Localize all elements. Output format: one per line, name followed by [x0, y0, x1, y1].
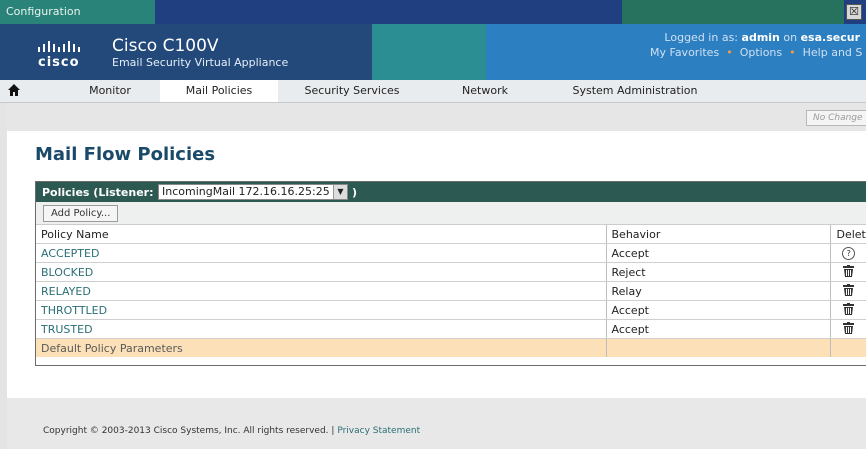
login-info: Logged in as: admin on esa.secur: [664, 31, 860, 44]
listener-select[interactable]: IncomingMail 172.16.16.25:25 ▼: [158, 184, 348, 200]
cisco-logo-bars-icon: [38, 41, 80, 52]
chevron-down-icon[interactable]: ▼: [333, 185, 347, 199]
copyright: Copyright © 2003-2013 Cisco Systems, Inc…: [43, 426, 420, 436]
table-row: ACCEPTED Accept ?: [36, 243, 866, 263]
login-host: esa.secur: [800, 31, 860, 44]
table-row: RELAYED Relay: [36, 281, 866, 301]
product-subtitle: Email Security Virtual Appliance: [112, 56, 289, 69]
app-banner: cisco Cisco C100V Email Security Virtual…: [0, 24, 866, 80]
login-user: admin: [741, 31, 780, 44]
footer-separator: |: [331, 426, 335, 436]
commit-changes-button[interactable]: No Change: [806, 110, 866, 126]
policy-link-relayed[interactable]: RELAYED: [41, 285, 91, 298]
policy-behavior: Relay: [605, 281, 830, 301]
policy-behavior: Reject: [605, 262, 830, 282]
table-row: BLOCKED Reject: [36, 262, 866, 282]
tab-security-services[interactable]: Security Services: [282, 80, 422, 102]
add-policy-button[interactable]: Add Policy...: [43, 205, 119, 222]
main-content: Mail Flow Policies Policies (Listener: I…: [7, 131, 866, 398]
policies-table: Policy Name Behavior Delete ACCEPTED Acc…: [36, 225, 866, 357]
policies-header-label: Policies (Listener:: [42, 186, 154, 199]
main-nav: Monitor Mail Policies Security Services …: [0, 80, 866, 103]
link-separator: •: [789, 46, 796, 59]
add-policy-bar: Add Policy...: [36, 202, 866, 225]
link-separator: •: [726, 46, 733, 59]
policy-link-throttled[interactable]: THROTTLED: [41, 304, 107, 317]
home-icon[interactable]: [8, 84, 20, 96]
copyright-text: Copyright © 2003-2013 Cisco Systems, Inc…: [43, 426, 329, 436]
tab-monitor[interactable]: Monitor: [60, 80, 160, 102]
table-header-row: Policy Name Behavior Delete: [36, 225, 866, 244]
tab-mail-policies[interactable]: Mail Policies: [160, 80, 278, 102]
policy-behavior: Accept: [605, 300, 830, 320]
page-footer: Copyright © 2003-2013 Cisco Systems, Inc…: [7, 398, 866, 449]
my-favorites-link[interactable]: My Favorites: [650, 46, 719, 59]
login-prefix: Logged in as:: [664, 31, 739, 44]
policy-link-trusted[interactable]: TRUSTED: [41, 323, 93, 336]
options-link[interactable]: Options: [740, 46, 782, 59]
trash-icon[interactable]: [843, 321, 855, 334]
commit-bar: No Change: [7, 103, 866, 131]
window-title-bar: Configuration ☒: [0, 0, 866, 24]
policies-panel-header: Policies (Listener: IncomingMail 172.16.…: [36, 182, 866, 202]
trash-icon[interactable]: [843, 264, 855, 277]
trash-icon[interactable]: [843, 302, 855, 315]
column-header-policy-name: Policy Name: [36, 225, 606, 244]
listener-value: IncomingMail 172.16.16.25:25: [162, 185, 330, 198]
policy-behavior: Accept: [605, 243, 830, 263]
default-policy-parameters-link[interactable]: Default Policy Parameters: [41, 342, 183, 355]
help-icon[interactable]: ?: [842, 247, 856, 260]
table-row: THROTTLED Accept: [36, 300, 866, 320]
policy-link-blocked[interactable]: BLOCKED: [41, 266, 93, 279]
tab-network[interactable]: Network: [440, 80, 530, 102]
table-row-default: Default Policy Parameters: [36, 338, 866, 357]
privacy-statement-link[interactable]: Privacy Statement: [337, 426, 420, 436]
login-on: on: [783, 31, 798, 44]
window-title: Configuration: [6, 5, 81, 18]
policies-header-close: ): [352, 186, 358, 199]
policy-link-accepted[interactable]: ACCEPTED: [41, 247, 99, 260]
help-and-support-link[interactable]: Help and S: [803, 46, 863, 59]
trash-icon[interactable]: [843, 283, 855, 296]
cisco-logo: cisco: [38, 55, 80, 70]
page-title: Mail Flow Policies: [35, 144, 216, 165]
close-icon[interactable]: ☒: [846, 4, 862, 20]
table-row: TRUSTED Accept: [36, 319, 866, 339]
product-name: Cisco C100V: [112, 36, 219, 56]
policy-behavior: Accept: [605, 319, 830, 339]
column-header-delete: Delete: [829, 225, 866, 244]
policies-panel: Policies (Listener: IncomingMail 172.16.…: [35, 181, 866, 366]
column-header-behavior: Behavior: [605, 225, 830, 244]
tab-system-administration[interactable]: System Administration: [560, 80, 710, 102]
utility-links: My Favorites • Options • Help and S: [650, 46, 862, 59]
